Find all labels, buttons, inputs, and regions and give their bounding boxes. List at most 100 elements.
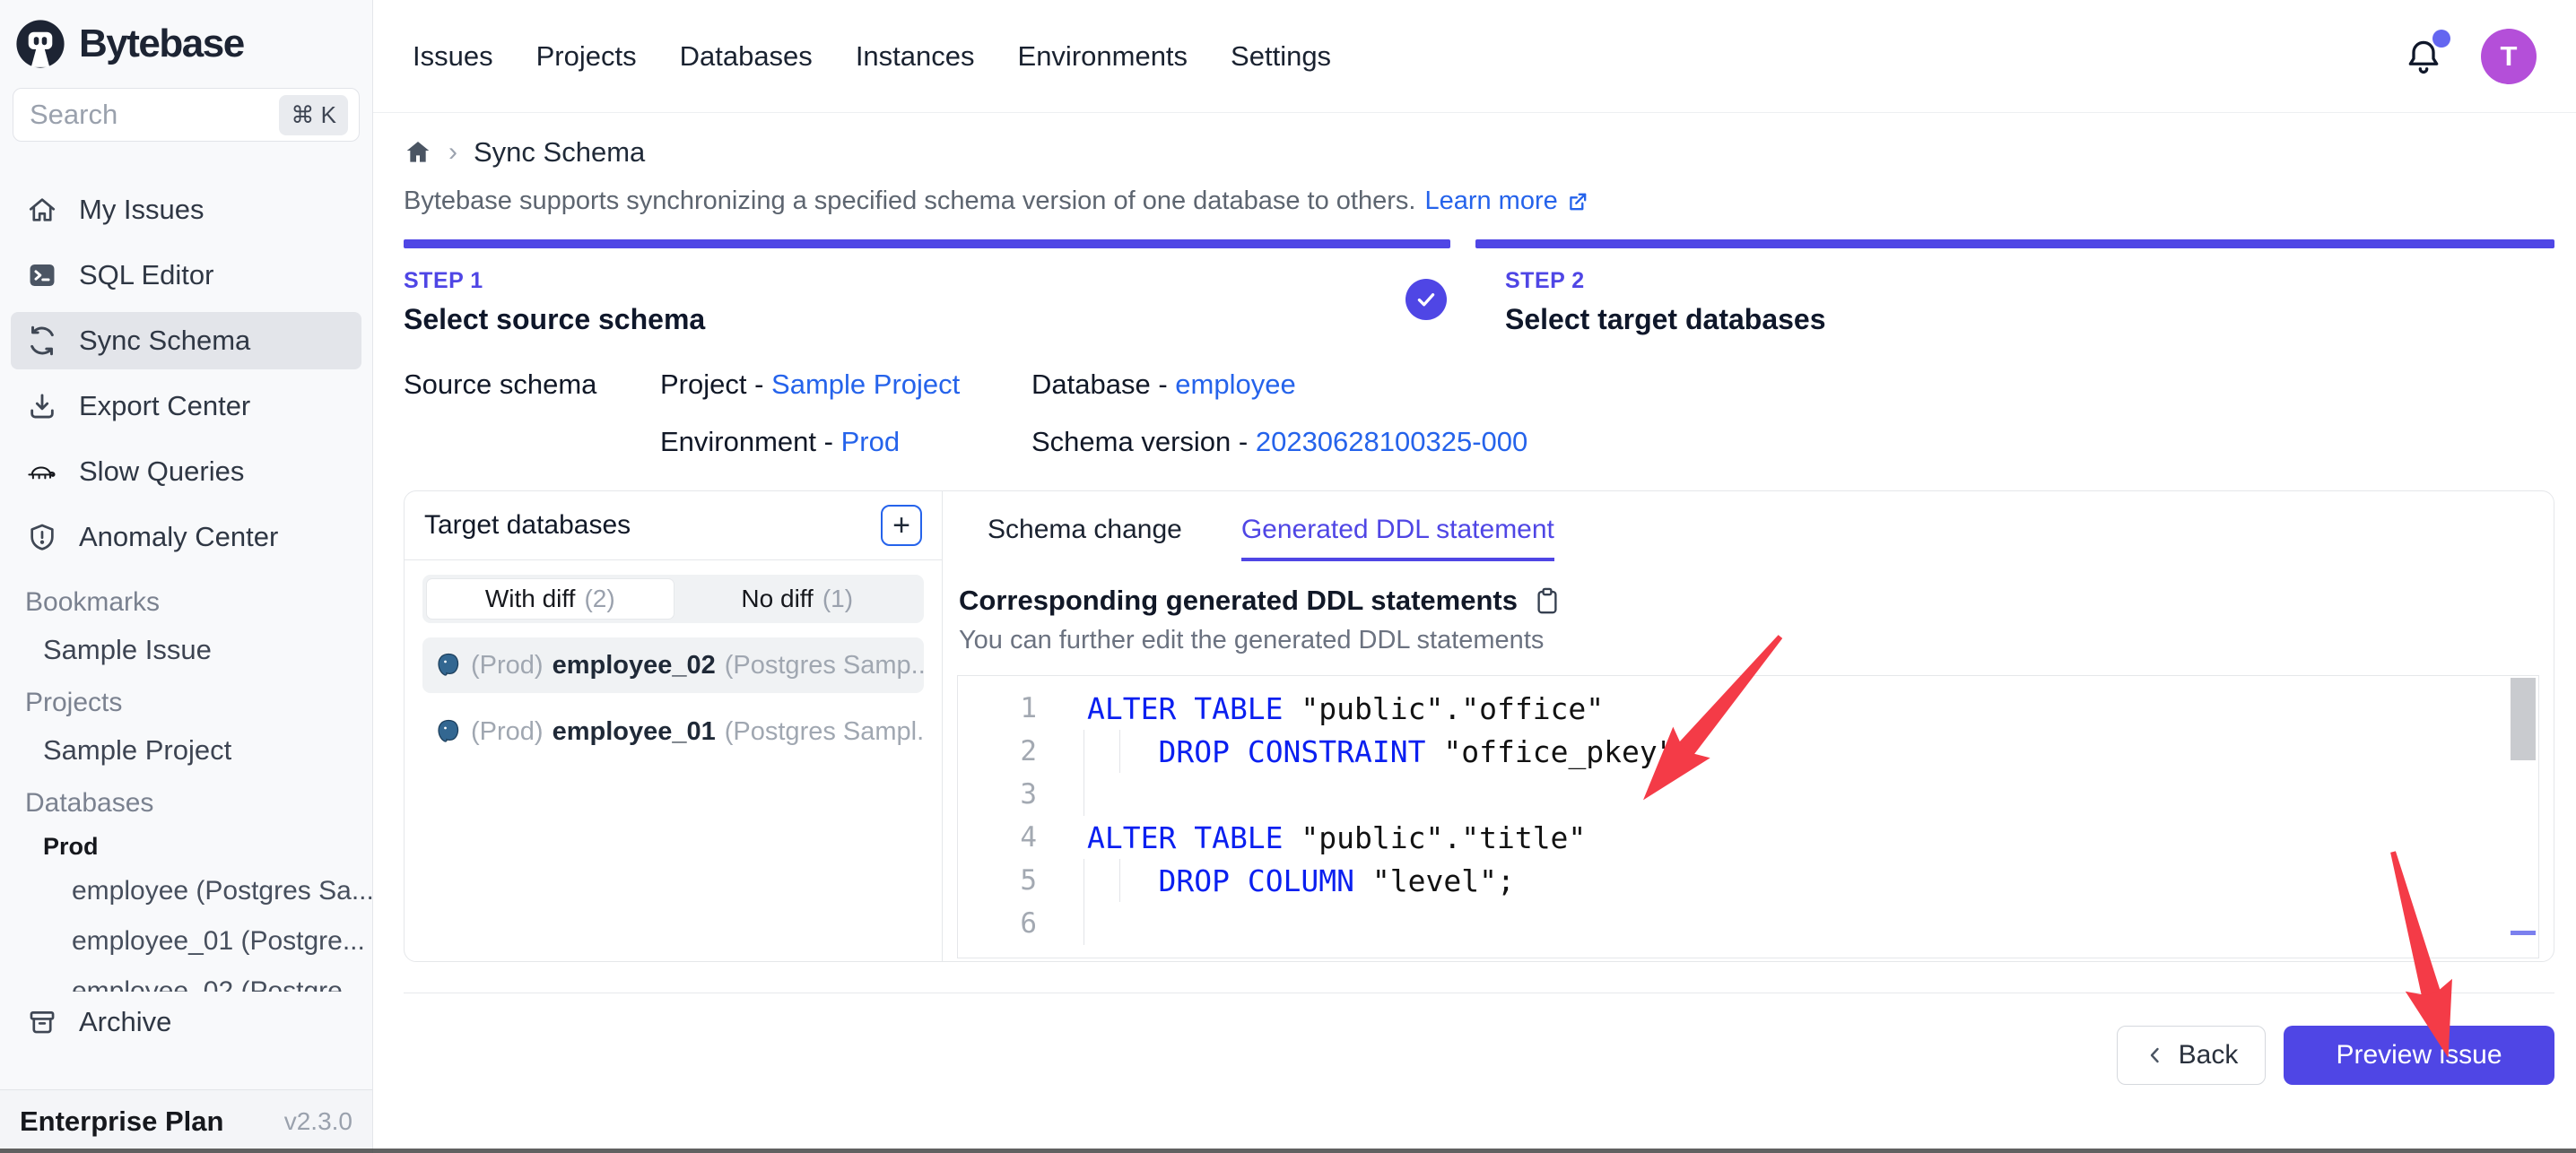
tab-with-diff[interactable]: With diff (2) (426, 578, 674, 620)
external-link-icon (1565, 189, 1590, 214)
target-database-list: (Prod) employee_02 (Postgres Samp... (Pr… (422, 637, 924, 759)
database-link[interactable]: employee (1175, 368, 1295, 400)
sidebar-item-my-issues[interactable]: My Issues (11, 181, 361, 238)
sidebar-item-database-employee[interactable]: employee (Postgres Sa... (72, 871, 372, 911)
notification-bell-icon[interactable] (2404, 37, 2443, 76)
sidebar-item-label: SQL Editor (79, 259, 213, 291)
sidebar-menu: My Issues SQL Editor Sync Schema Export … (11, 181, 361, 566)
plan-bar: Enterprise Plan v2.3.0 (0, 1089, 372, 1153)
notification-dot (2432, 30, 2450, 48)
shield-icon (25, 522, 59, 552)
sidebar-item-anomaly-center[interactable]: Anomaly Center (11, 508, 361, 566)
step-progress-bars (404, 239, 2554, 248)
target-databases-panel: Target databases + With diff (2) No diff… (405, 491, 943, 961)
home-icon (25, 195, 59, 225)
step2-progress-bar (1475, 239, 2554, 248)
app-version: v2.3.0 (284, 1107, 352, 1136)
brand-name: Bytebase (79, 22, 244, 66)
sidebar-item-label: Sync Schema (79, 325, 250, 357)
home-icon[interactable] (404, 138, 432, 167)
schema-version-link[interactable]: 20230628100325-000 (1256, 426, 1527, 457)
nav-item-environments[interactable]: Environments (1018, 40, 1188, 73)
plan-name: Enterprise Plan (20, 1105, 223, 1138)
database-group-prod: Prod (43, 833, 372, 861)
sync-icon (25, 325, 59, 356)
sidebar-item-label: Anomaly Center (79, 521, 278, 553)
back-button[interactable]: Back (2117, 1026, 2266, 1085)
sidebar-item-label: Slow Queries (79, 455, 244, 488)
target-databases-title: Target databases (424, 510, 631, 541)
sidebar-item-export-center[interactable]: Export Center (11, 377, 361, 435)
tab-no-diff[interactable]: No diff (1) (674, 578, 921, 620)
source-schema-summary: Source schema Project - Sample Project D… (404, 368, 2554, 458)
code-line: 1 ALTER TABLE "public"."office" (958, 687, 2538, 730)
terminal-icon (25, 260, 59, 290)
sidebar-item-slow-queries[interactable]: Slow Queries (11, 443, 361, 500)
sidebar-item-archive[interactable]: Archive (11, 995, 361, 1049)
search-placeholder: Search (30, 99, 270, 131)
sidebar-item-label: Archive (79, 1006, 171, 1038)
page-title: Sync Schema (474, 136, 645, 169)
target-db-row-employee-02[interactable]: (Prod) employee_02 (Postgres Samp... (422, 637, 924, 693)
sidebar-item-sql-editor[interactable]: SQL Editor (11, 247, 361, 304)
sidebar-item-sample-issue[interactable]: Sample Issue (43, 634, 372, 666)
sidebar-item-database-employee-01[interactable]: employee_01 (Postgre... (72, 922, 372, 961)
postgres-icon (435, 718, 462, 745)
preview-issue-button[interactable]: Preview issue (2284, 1026, 2554, 1085)
database-list: employee (Postgres Sa... employee_01 (Po… (0, 861, 372, 992)
learn-more-link[interactable]: Learn more (1424, 186, 1589, 216)
ddl-tabs: Schema change Generated DDL statement (988, 515, 2554, 561)
tab-schema-change[interactable]: Schema change (988, 515, 1182, 561)
add-target-database-button[interactable]: + (881, 505, 922, 546)
code-line: 5 DROP COLUMN "level"; (958, 859, 2538, 902)
sidebar-item-label: My Issues (79, 194, 205, 226)
nav-item-settings[interactable]: Settings (1231, 40, 1331, 73)
code-line: 3 (958, 773, 2538, 816)
steps-row: STEP 1 Select source schema STEP 2 Selec… (404, 268, 2554, 336)
chevron-left-icon (2145, 1045, 2166, 1066)
brand-logo[interactable]: Bytebase (0, 0, 372, 77)
sidebar-item-sync-schema[interactable]: Sync Schema (11, 312, 361, 369)
bytebase-logo-icon (14, 18, 66, 70)
chevron-right-icon: › (448, 137, 457, 168)
ddl-code-editor[interactable]: 1 ALTER TABLE "public"."office" 2 DROP C… (957, 675, 2539, 958)
tab-generated-ddl[interactable]: Generated DDL statement (1241, 515, 1554, 561)
editor-scrollbar[interactable] (2511, 678, 2536, 760)
postgres-icon (435, 652, 462, 679)
top-navigation: Issues Projects Databases Instances Envi… (373, 0, 2576, 113)
search-input[interactable]: Search ⌘ K (13, 88, 360, 142)
nav-item-instances[interactable]: Instances (856, 40, 975, 73)
step1-label: STEP 1 (404, 268, 1505, 294)
step1-progress-bar (404, 239, 1450, 248)
nav-item-issues[interactable]: Issues (413, 40, 493, 73)
section-title-bookmarks: Bookmarks (25, 587, 372, 618)
step-complete-check-icon (1405, 279, 1447, 320)
page-description: Bytebase supports synchronizing a specif… (404, 186, 2554, 216)
ddl-heading: Corresponding generated DDL statements (959, 585, 1518, 617)
code-line: 4 ALTER TABLE "public"."title" (958, 816, 2538, 859)
sidebar-item-sample-project[interactable]: Sample Project (43, 734, 372, 767)
step2-label: STEP 2 (1505, 268, 2554, 294)
diff-filter-tabs: With diff (2) No diff (1) (422, 575, 924, 623)
target-db-row-employee-01[interactable]: (Prod) employee_01 (Postgres Sampl... (422, 704, 924, 759)
step2-title: Select target databases (1505, 303, 2554, 336)
main-area: Issues Projects Databases Instances Envi… (373, 0, 2576, 1153)
source-schema-label: Source schema (404, 368, 660, 401)
plus-icon: + (892, 510, 910, 541)
copy-clipboard-icon[interactable] (1534, 585, 1561, 616)
project-link[interactable]: Sample Project (771, 368, 960, 400)
search-shortcut: ⌘ K (279, 95, 348, 135)
code-line: 2 DROP CONSTRAINT "office_pkey"; (958, 730, 2538, 773)
nav-item-databases[interactable]: Databases (680, 40, 813, 73)
avatar[interactable]: T (2481, 29, 2537, 84)
ddl-panel: Schema change Generated DDL statement Co… (943, 491, 2554, 961)
ddl-subheading: You can further edit the generated DDL s… (959, 626, 2554, 655)
breadcrumb: › Sync Schema (404, 136, 2554, 169)
environment-link[interactable]: Prod (841, 426, 900, 457)
step1-title: Select source schema (404, 303, 1505, 336)
nav-item-projects[interactable]: Projects (536, 40, 637, 73)
sidebar-item-database-employee-02[interactable]: employee_02 (Postgre (72, 972, 372, 992)
footer-actions: Back Preview issue (404, 1026, 2554, 1085)
editor-overview-ruler-mark (2511, 931, 2536, 935)
section-title-databases: Databases (25, 788, 372, 819)
